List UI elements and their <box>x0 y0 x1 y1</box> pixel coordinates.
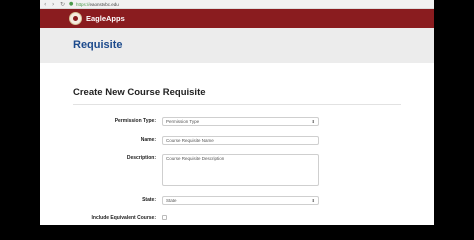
url-text[interactable]: https://eaonstvbc.edu <box>76 1 119 8</box>
back-arrow-icon[interactable]: ‹ <box>44 1 46 8</box>
reload-icon[interactable]: ↻ <box>60 1 65 8</box>
page-header: Requisite <box>40 28 434 63</box>
include-equivalent-checkbox[interactable] <box>162 215 167 220</box>
state-select[interactable]: State ⬍ <box>162 196 319 205</box>
state-label: State: <box>142 197 156 203</box>
app-header-bar: EagleApps <box>40 9 434 28</box>
include-equivalent-label: Include Equivalent Course: <box>91 215 156 221</box>
logo-icon[interactable] <box>69 12 82 25</box>
page-title: Requisite <box>73 39 123 51</box>
forward-arrow-icon[interactable]: › <box>52 1 54 8</box>
chevron-down-icon: ⬍ <box>311 198 315 203</box>
description-textarea[interactable]: Course Requisite Description <box>162 154 319 186</box>
browser-url-bar: ‹ › ↻ ● https://eaonstvbc.edu <box>40 0 434 9</box>
name-label: Name: <box>140 137 156 143</box>
permission-type-select[interactable]: Permission Type ⬍ <box>162 117 319 126</box>
permission-type-label: Permission Type: <box>114 118 156 124</box>
form-heading: Create New Course Requisite <box>73 87 206 98</box>
brand-name[interactable]: EagleApps <box>86 14 125 23</box>
lock-icon: ● <box>69 1 74 7</box>
chevron-down-icon: ⬍ <box>311 119 315 124</box>
divider <box>73 104 401 105</box>
name-input[interactable]: Course Requisite Name <box>162 136 319 145</box>
description-label: Description: <box>126 155 156 161</box>
app-window: ‹ › ↻ ● https://eaonstvbc.edu EagleApps … <box>40 0 434 225</box>
